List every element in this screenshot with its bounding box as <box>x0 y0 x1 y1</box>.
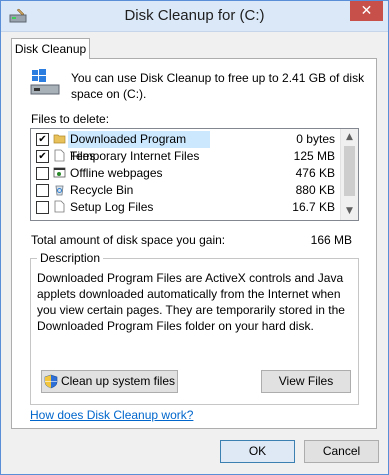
item-name: Offline webpages <box>70 166 163 180</box>
checkbox-unchecked[interactable] <box>36 201 49 214</box>
list-item[interactable]: Setup Log Files 16.7 KB <box>31 199 341 216</box>
scroll-down-icon[interactable]: ▼ <box>341 203 358 220</box>
clean-up-system-files-label: Clean up system files <box>60 374 176 388</box>
item-name: Setup Log Files <box>70 200 154 214</box>
document-icon <box>54 200 65 213</box>
scroll-up-icon[interactable]: ▲ <box>341 129 358 146</box>
files-to-delete-label: Files to delete: <box>31 112 110 126</box>
total-space-value: 166 MB <box>310 233 352 247</box>
cancel-button[interactable]: Cancel <box>304 440 379 463</box>
list-item[interactable]: ✔ Downloaded Program Files 0 bytes <box>31 131 341 163</box>
total-space-label: Total amount of disk space you gain: <box>31 233 226 247</box>
scroll-thumb[interactable] <box>344 146 355 196</box>
checkbox-unchecked[interactable] <box>36 184 49 197</box>
list-item[interactable]: ✔ Temporary Internet Files 125 MB <box>31 148 341 165</box>
files-to-delete-list[interactable]: ✔ Downloaded Program Files 0 bytes ✔ Tem… <box>30 128 359 221</box>
folder-icon <box>53 134 66 144</box>
checkbox-checked[interactable]: ✔ <box>36 150 49 163</box>
checkbox-unchecked[interactable] <box>36 167 49 180</box>
uac-shield-icon <box>44 375 58 389</box>
view-files-button[interactable]: View Files <box>261 370 351 393</box>
item-size: 125 MB <box>293 149 335 163</box>
item-size: 16.7 KB <box>292 200 335 214</box>
ok-button[interactable]: OK <box>220 440 295 463</box>
disk-cleanup-window: Disk Cleanup for (C:) ✕ Disk Cleanup You… <box>0 0 389 475</box>
close-button[interactable]: ✕ <box>350 1 383 21</box>
help-link[interactable]: How does Disk Cleanup work? <box>30 408 193 422</box>
window-title: Disk Cleanup for (C:) <box>124 7 265 24</box>
tab-disk-cleanup[interactable]: Disk Cleanup <box>11 38 90 59</box>
list-item[interactable]: Recycle Bin 880 KB <box>31 182 341 199</box>
item-size: 880 KB <box>295 183 335 197</box>
item-size: 0 bytes <box>296 132 335 146</box>
intro-text: You can use Disk Cleanup to free up to 2… <box>71 71 365 101</box>
item-size: 476 KB <box>295 166 335 180</box>
item-name: Downloaded Program Files <box>68 131 210 163</box>
title-bar[interactable]: Disk Cleanup for (C:) ✕ <box>1 1 388 32</box>
recycle-bin-icon <box>55 185 64 196</box>
description-title: Description <box>37 251 104 265</box>
windows-drive-icon <box>30 69 60 95</box>
list-item[interactable]: Offline webpages 476 KB <box>31 165 341 182</box>
document-icon <box>54 149 65 162</box>
item-name: Temporary Internet Files <box>70 149 200 163</box>
item-name: Recycle Bin <box>70 183 134 197</box>
clean-up-system-files-button[interactable]: Clean up system files <box>41 370 178 393</box>
list-scrollbar[interactable]: ▲ ▼ <box>340 129 358 220</box>
checkbox-checked[interactable]: ✔ <box>36 133 49 146</box>
description-text: Downloaded Program Files are ActiveX con… <box>37 271 345 333</box>
webpage-icon <box>53 167 66 178</box>
